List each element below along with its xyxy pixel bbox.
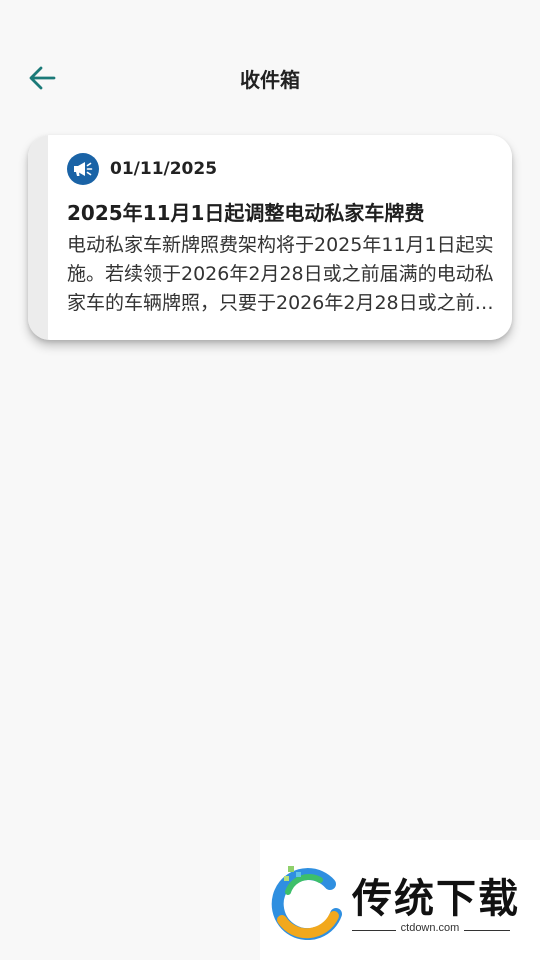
- ctdown-logo-icon: [271, 866, 342, 940]
- header-bar: 收件箱: [0, 0, 540, 120]
- watermark-name: 传统下载: [352, 876, 520, 922]
- message-preview: 电动私家车新牌照费架构将于2025年11月1日起实施。若续领于2026年2月28…: [67, 234, 494, 314]
- card-accent-strip: [28, 135, 48, 340]
- message-card[interactable]: 01/11/2025 2025年11月1日起调整电动私家车牌费 电动私家车新牌照…: [28, 135, 512, 340]
- watermark-domain: ctdown.com: [400, 922, 460, 934]
- watermark: 传统下载 ctdown.com: [260, 840, 540, 960]
- megaphone-icon: [67, 153, 99, 185]
- message-date: 01/11/2025: [110, 159, 218, 179]
- page-title: 收件箱: [240, 68, 300, 92]
- message-title: 2025年11月1日起调整电动私家车牌费: [67, 201, 425, 225]
- watermark-divider-right: [464, 930, 510, 931]
- watermark-divider-left: [352, 930, 396, 931]
- message-card-content: 01/11/2025 2025年11月1日起调整电动私家车牌费 电动私家车新牌照…: [48, 135, 512, 340]
